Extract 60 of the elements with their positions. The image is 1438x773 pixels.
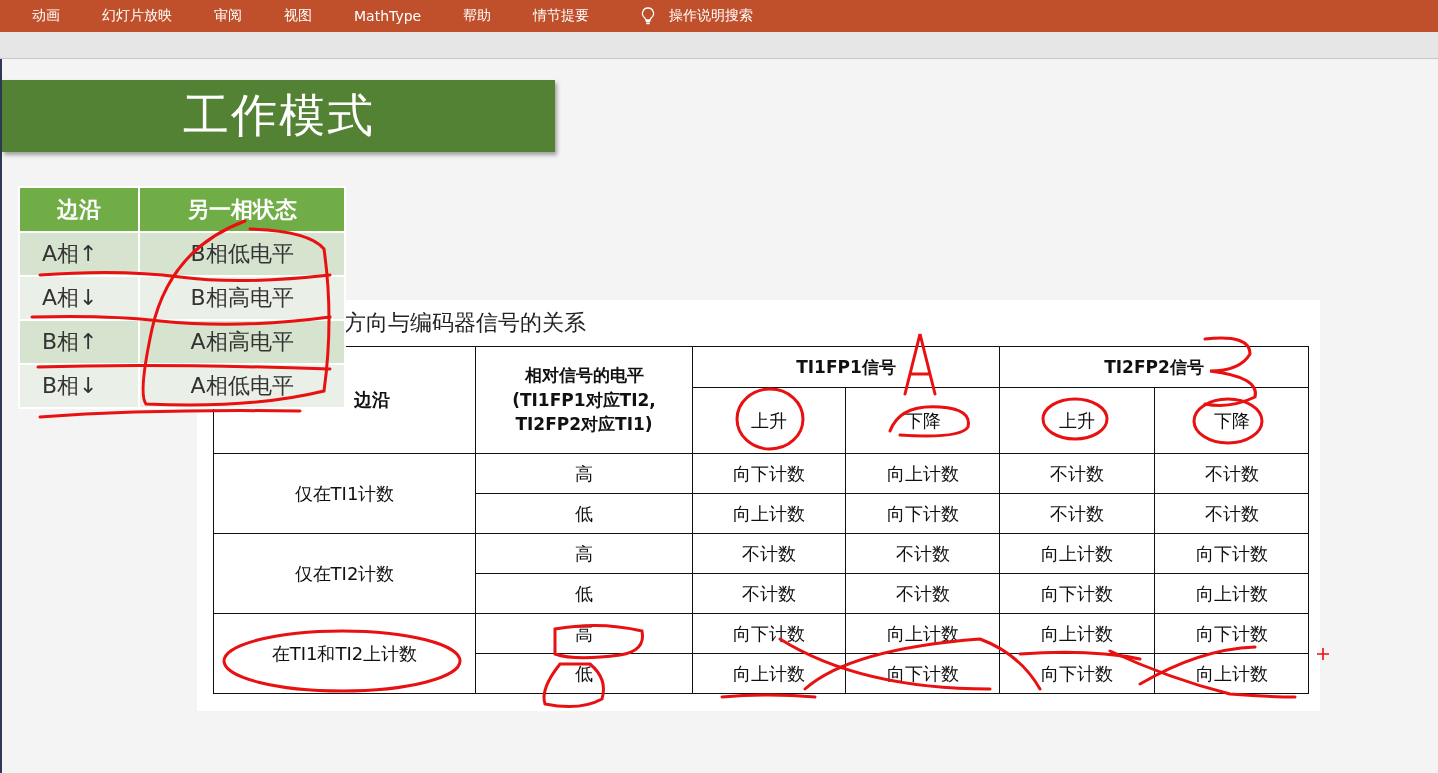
table-header-cell: 下降 <box>1154 387 1309 454</box>
table-cell: 高 <box>475 533 693 574</box>
table-cell: 不计数 <box>999 493 1155 534</box>
table-cell: 向下计数 <box>999 573 1155 614</box>
table-cell: 低 <box>475 653 693 694</box>
ink-circle <box>1041 397 1109 441</box>
table-cell: 不计数 <box>1154 493 1309 534</box>
ribbon-tab[interactable]: 帮助 <box>463 7 492 25</box>
table-cell: 向上计数 <box>845 613 1000 654</box>
ribbon-tab[interactable]: 审阅 <box>214 7 242 25</box>
table-cell: 在TI1和TI2上计数 <box>213 613 476 694</box>
table-cell: 不计数 <box>1154 453 1309 494</box>
table-cell: 向上计数 <box>692 653 846 694</box>
table-cell: 不计数 <box>999 453 1155 494</box>
ink-mark <box>903 332 937 396</box>
table-cell: 仅在TI2计数 <box>213 533 476 614</box>
table-cell: B相↓ <box>19 364 139 408</box>
ribbon-tab[interactable]: 情节提要 <box>533 7 590 25</box>
lightbulb-icon <box>641 7 656 25</box>
table-cell: 向下计数 <box>999 653 1155 694</box>
table-cell: 不计数 <box>692 573 846 614</box>
table-cell: 向下计数 <box>845 493 1000 534</box>
ribbon-tab[interactable]: 幻灯片放映 <box>102 7 172 25</box>
table-cell: A相↑ <box>19 232 139 276</box>
ribbon-tab[interactable]: MathType <box>354 8 422 24</box>
slide-title: 工作模式 <box>182 87 375 144</box>
cursor-icon <box>1316 647 1330 661</box>
table-header-cell: 上升 <box>692 387 846 454</box>
table-cell: 向下计数 <box>692 453 846 494</box>
table-header-cell: 下降 <box>845 387 1000 454</box>
table-caption: 方向与编码器信号的关系 <box>344 309 586 337</box>
table-cell: 向上计数 <box>692 493 846 534</box>
ribbon-tab[interactable]: 动画 <box>32 7 60 25</box>
ink-mark <box>1203 336 1257 407</box>
ink-circle <box>735 387 805 451</box>
table-cell: 向下计数 <box>1154 613 1309 654</box>
table-cell: 不计数 <box>692 533 846 574</box>
table-cell: 向下计数 <box>1154 533 1309 574</box>
table-cell: 仅在TI1计数 <box>213 453 476 534</box>
ink-circle <box>1192 397 1264 445</box>
table-header-cell: 相对信号的电平 (TI1FP1对应TI2, TI2FP2对应TI1) <box>475 346 693 454</box>
table-cell: A相↓ <box>19 276 139 320</box>
table-header-cell: TI2FP2信号 <box>999 346 1309 388</box>
table-cell: 向上计数 <box>999 533 1155 574</box>
table-cell: 向上计数 <box>1154 573 1309 614</box>
table-cell: 向上计数 <box>1154 653 1309 694</box>
table-cell: B相↑ <box>19 320 139 364</box>
table-cell: 向上计数 <box>999 613 1155 654</box>
table-cell: 向上计数 <box>845 453 1000 494</box>
table-cell: 不计数 <box>845 533 1000 574</box>
table-header-cell: 边沿 <box>19 187 139 232</box>
table-header-cell: 另一相状态 <box>139 187 345 232</box>
table-header-cell: 上升 <box>999 387 1155 454</box>
table-cell: 低 <box>475 573 693 614</box>
table-header-cell: TI1FP1信号 <box>692 346 1000 388</box>
ribbon-tab[interactable]: 视图 <box>284 7 312 25</box>
tell-me-search[interactable]: 操作说明搜索 <box>641 7 754 25</box>
table-cell: 高 <box>475 453 693 494</box>
table-cell: 低 <box>475 493 693 534</box>
table-cell: 不计数 <box>845 573 1000 614</box>
